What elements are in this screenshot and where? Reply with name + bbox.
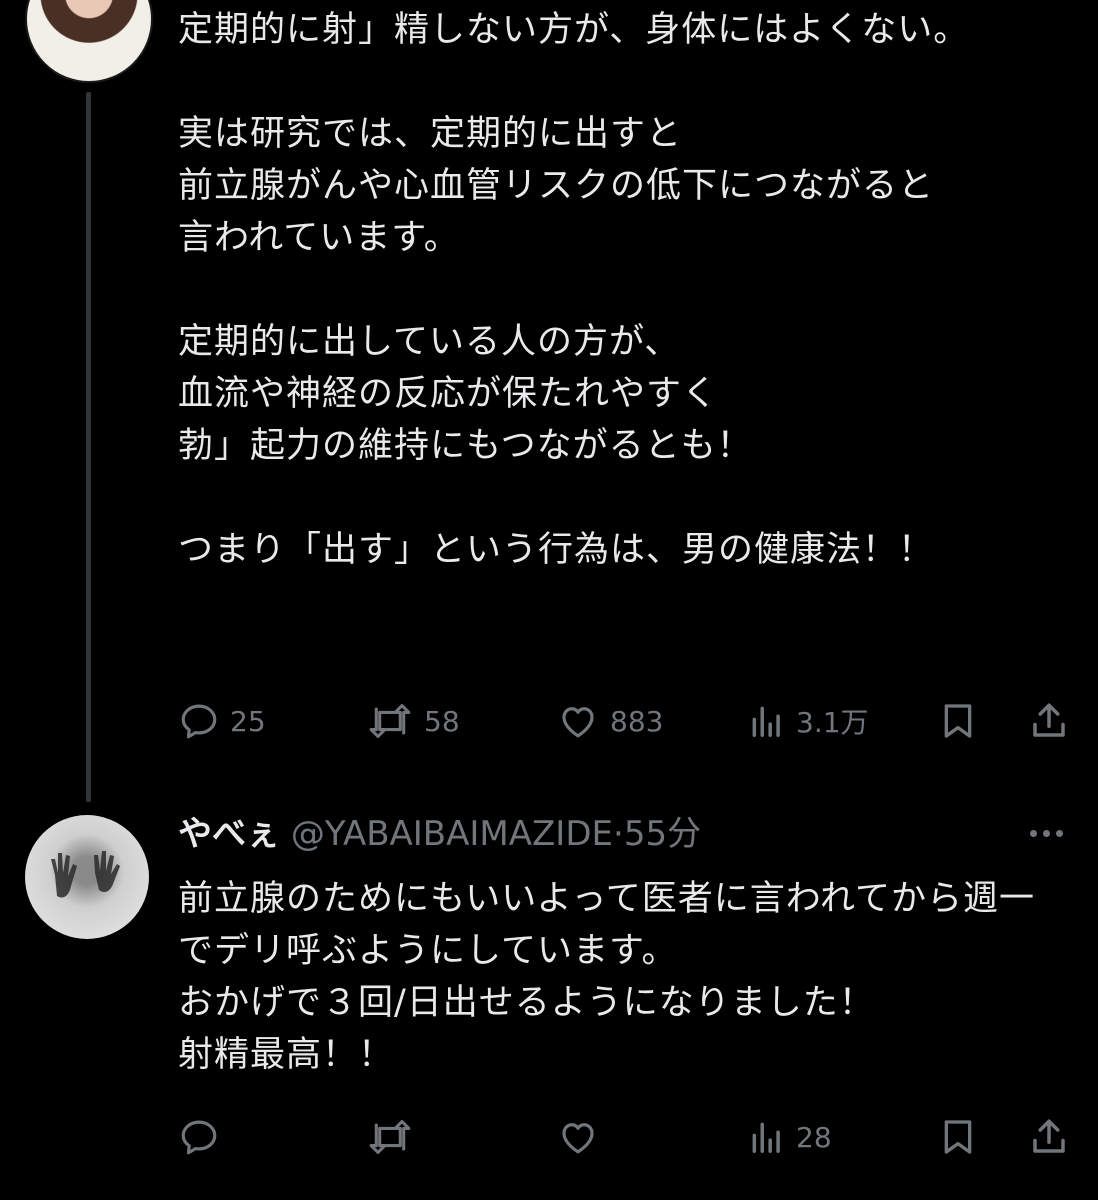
reply-button[interactable] (178, 1112, 220, 1162)
reply-count: 25 (230, 704, 266, 738)
views-icon (752, 706, 780, 737)
share-icon (1033, 1119, 1065, 1153)
hands-icon (51, 851, 120, 898)
repost-button[interactable]: 58 (366, 696, 460, 746)
reply-timestamp[interactable]: 55分 (624, 814, 701, 854)
views-button[interactable]: 28 (748, 1112, 832, 1162)
reply-icon (181, 704, 217, 739)
more-icon[interactable] (1030, 826, 1070, 840)
reply-avatar[interactable] (25, 815, 149, 939)
repost-count: 58 (424, 704, 460, 738)
repost-button[interactable] (366, 1112, 414, 1162)
reply-text: 前立腺のためにもいいよって医者に言われてから週一でデリ呼ぶようにしています。 お… (178, 879, 1036, 1075)
separator: · (613, 814, 624, 854)
like-count: 883 (610, 704, 664, 738)
views-button[interactable]: 3.1万 (748, 696, 869, 746)
like-button[interactable] (556, 1112, 600, 1162)
views-count: 3.1万 (796, 706, 869, 739)
reply-header: やべぇ @YABAIBAIMAZIDE·55分 (178, 808, 701, 860)
repost-icon (369, 1120, 411, 1154)
share-button[interactable] (1028, 696, 1070, 746)
bookmark-button[interactable] (938, 1112, 978, 1162)
like-button[interactable]: 883 (556, 696, 663, 746)
reply-icon (181, 1120, 217, 1155)
views-icon (752, 1122, 780, 1153)
avatar[interactable] (25, 0, 153, 83)
post-text: 定期的に射」精しない方が、身体にはよくない。 実は研究では、定期的に出すと 前立… (178, 10, 970, 570)
repost-icon (369, 704, 411, 738)
like-icon (562, 1123, 594, 1154)
post-action-bar: 25 58 883 3.1万 (178, 696, 1078, 746)
bookmark-icon (944, 1120, 972, 1154)
share-button[interactable] (1028, 1112, 1070, 1162)
reply-button[interactable]: 25 (178, 696, 266, 746)
reply-action-bar: 28 (178, 1112, 1078, 1162)
bookmark-button[interactable] (938, 696, 978, 746)
reply-author-name[interactable]: やべぇ (178, 814, 280, 854)
views-count: 28 (796, 1120, 832, 1154)
thread-line (86, 92, 91, 802)
share-icon (1033, 703, 1065, 737)
like-icon (562, 707, 594, 738)
bookmark-icon (944, 704, 972, 738)
reply-author-handle[interactable]: @YABAIBAIMAZIDE (291, 814, 613, 854)
